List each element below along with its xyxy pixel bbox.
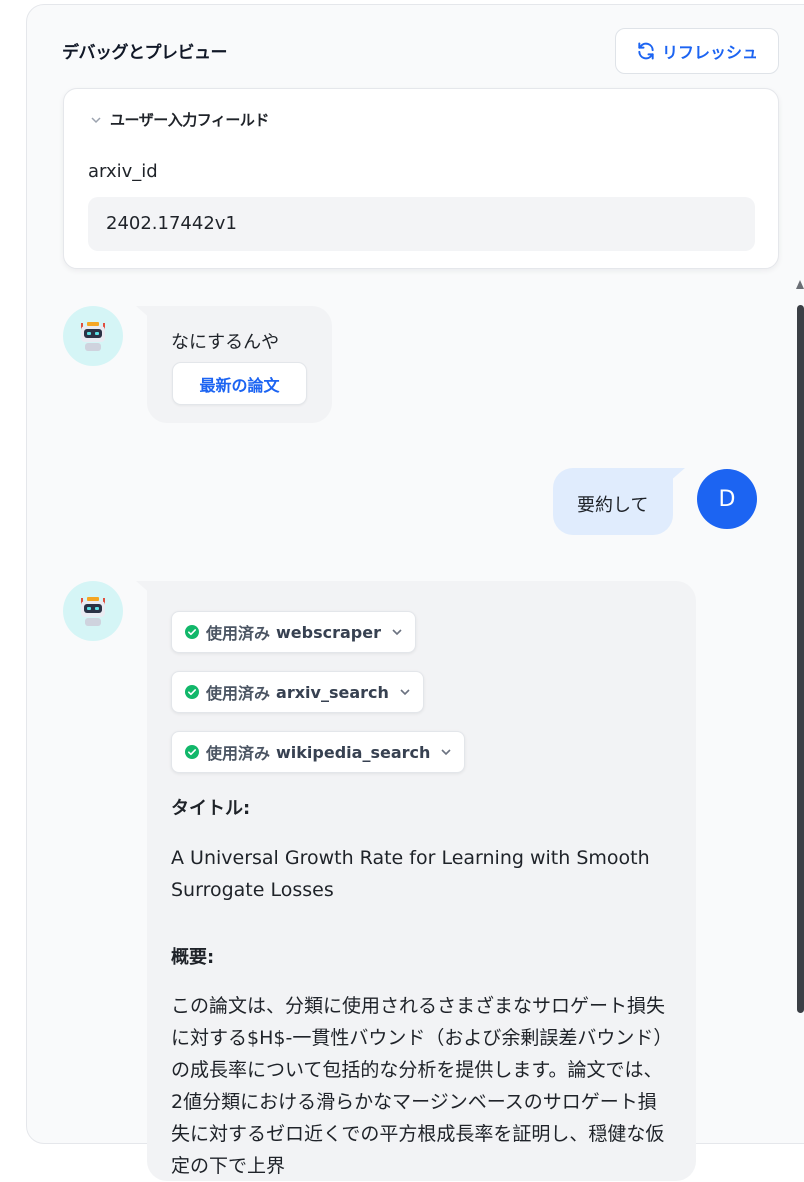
tool-name: webscraper (276, 622, 381, 642)
bot-greeting-text: なにするんや (171, 332, 280, 353)
tool-chip-arxiv-search[interactable]: 使用済み arxiv_search (171, 671, 424, 713)
scrollbar-thumb[interactable] (797, 305, 804, 1013)
summary-heading: 概要: (171, 947, 215, 968)
chevron-down-icon (400, 689, 410, 696)
arxiv-id-label: arxiv_id (88, 161, 158, 182)
chevron-down-icon (441, 749, 451, 756)
user-input-section-title: ユーザー入力フィールド (110, 111, 269, 129)
title-heading: タイトル: (171, 798, 251, 819)
check-circle-icon (185, 625, 199, 639)
tool-chip-webscraper[interactable]: 使用済み webscraper (171, 611, 416, 653)
arxiv-id-input[interactable]: 2402.17442v1 (88, 197, 755, 251)
bot-avatar (63, 306, 123, 366)
user-message-text: 要約して (577, 495, 649, 516)
tool-status: 使用済み (206, 624, 271, 643)
user-input-card: ユーザー入力フィールド arxiv_id 2402.17442v1 (63, 88, 779, 269)
tool-status: 使用済み (206, 684, 271, 703)
robot-icon (81, 322, 105, 351)
robot-icon (81, 597, 105, 626)
scroll-up-arrow[interactable] (796, 280, 804, 289)
summary-text: この論文は、分類に使用されるさまざまなサロゲート損失に対する$H$-一貫性バウン… (171, 995, 666, 1177)
refresh-icon (638, 42, 654, 60)
panel-title: デバッグとプレビュー (62, 43, 228, 63)
check-circle-icon (185, 685, 199, 699)
user-input-toggle[interactable]: ユーザー入力フィールド (90, 109, 269, 130)
chevron-down-icon (392, 629, 402, 636)
suggested-question-button[interactable]: 最新の論文 (172, 362, 307, 405)
refresh-label: リフレッシュ (661, 43, 758, 62)
tool-status: 使用済み (206, 744, 271, 763)
tool-name: wikipedia_search (276, 742, 431, 762)
user-avatar: D (697, 469, 757, 529)
check-circle-icon (185, 745, 199, 759)
chevron-down-icon (91, 116, 101, 123)
tool-name: arxiv_search (276, 682, 389, 702)
bot-avatar (63, 581, 123, 641)
tool-chip-wikipedia-search[interactable]: 使用済み wikipedia_search (171, 731, 466, 773)
refresh-button[interactable]: リフレッシュ (615, 28, 779, 74)
paper-title-text: A Universal Growth Rate for Learning wit… (171, 847, 650, 901)
